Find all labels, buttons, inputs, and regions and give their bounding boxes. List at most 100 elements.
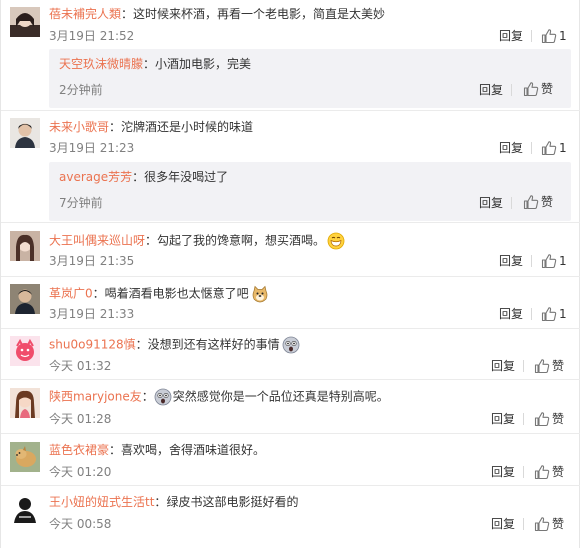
reply-button[interactable]: 回复: [491, 464, 515, 480]
like-count: 1: [559, 141, 567, 155]
reply-text: 小酒加电影，完美: [155, 57, 252, 71]
like-button[interactable]: 1: [541, 26, 580, 46]
action-divider: [531, 30, 532, 42]
thumbs-up-icon: [523, 81, 539, 97]
reply-button[interactable]: 回复: [499, 140, 523, 156]
reply-button[interactable]: 回复: [491, 516, 515, 532]
comment-username[interactable]: 蓝色衣裙豪: [49, 443, 109, 457]
comment-text: 喝着酒看电影也太惬意了吧: [104, 286, 249, 301]
like-button[interactable]: 赞: [523, 79, 565, 99]
comment-item: shu0o91128慎：没想到还有这样好的事情 今天 01:32 回复 赞: [1, 329, 580, 380]
avatar[interactable]: [10, 118, 40, 148]
avatar[interactable]: [10, 493, 40, 523]
thumbs-up-icon: [534, 464, 550, 480]
action-divider: [531, 308, 532, 320]
reply-button[interactable]: 回复: [479, 195, 503, 211]
comment-text: 绿皮书这部电影挺好看的: [166, 495, 299, 509]
action-divider: [511, 84, 512, 96]
comment-text: 这时候来杯酒，再看一个老电影，简直是太美妙: [133, 7, 386, 21]
like-button[interactable]: 赞: [534, 356, 574, 376]
comment-item: 蓓未補完人類：这时候来杯酒，再看一个老电影，简直是太美妙 3月19日 21:52…: [1, 0, 580, 109]
reply-button[interactable]: 回复: [499, 28, 523, 44]
comment-username[interactable]: 陕西maryjone友: [49, 390, 142, 404]
comment-time: 3月19日 21:33: [49, 307, 135, 321]
thumbs-up-icon: [534, 358, 550, 374]
action-divider: [531, 142, 532, 154]
reply-button[interactable]: 回复: [491, 411, 515, 427]
comment-time: 今天 01:32: [49, 359, 112, 373]
reply-username[interactable]: average芳芳: [59, 170, 132, 184]
action-divider: [523, 466, 524, 478]
reply-username[interactable]: 天空玖沫微晴朦: [59, 57, 143, 71]
comment-text: 沱牌酒还是小时候的味道: [121, 120, 254, 134]
comment-item: 蓝色衣裙豪：喜欢喝，舍得酒味道很好。 今天 01:20 回复 赞: [1, 434, 580, 486]
reply-button[interactable]: 回复: [479, 82, 503, 98]
comment-text: 突然感觉你是一个品位还真是特别高呢。: [172, 389, 389, 404]
like-button[interactable]: 赞: [534, 409, 574, 429]
comment-feed: 蓓未補完人類：这时候来杯酒，再看一个老电影，简直是太美妙 3月19日 21:52…: [0, 0, 580, 548]
doge-emoji: [251, 285, 269, 303]
like-count: 1: [559, 29, 567, 43]
reply-button[interactable]: 回复: [499, 306, 523, 322]
like-label: 赞: [541, 195, 554, 209]
reply-text: 很多年没喝过了: [144, 170, 229, 184]
comment-username[interactable]: 大王叫偶来巡山呀: [49, 234, 145, 248]
comment-text: 喜欢喝，舍得酒味道很好。: [121, 443, 266, 457]
comment-username[interactable]: shu0o91128慎: [49, 338, 136, 352]
comment-text: 勾起了我的馋意啊，想买酒喝。: [157, 233, 326, 248]
comment-time: 3月19日 21:23: [49, 141, 135, 155]
like-label: 赞: [552, 359, 565, 373]
like-button[interactable]: 1: [541, 304, 580, 324]
like-label: 赞: [552, 412, 565, 426]
reply-box: 天空玖沫微晴朦：小酒加电影，完美 2分钟前 回复 赞: [49, 49, 571, 108]
reply-time: 2分钟前: [59, 83, 103, 97]
reply-time: 7分钟前: [59, 196, 103, 210]
avatar[interactable]: [10, 7, 40, 37]
comment-item: 王小妞的妞式生活tt：绿皮书这部电影挺好看的 今天 00:58 回复 赞: [1, 486, 580, 548]
action-divider: [523, 413, 524, 425]
thumbs-up-icon: [541, 306, 557, 322]
like-label: 赞: [541, 82, 554, 96]
grin-emoji: [327, 232, 345, 250]
comment-username[interactable]: 王小妞的妞式生活tt: [49, 495, 154, 509]
reply-button[interactable]: 回复: [499, 253, 523, 269]
like-button[interactable]: 1: [541, 138, 580, 158]
comment-username[interactable]: 革岚广0: [49, 287, 93, 301]
comment-time: 今天 01:28: [49, 412, 112, 426]
avatar[interactable]: [10, 336, 40, 366]
like-label: 赞: [552, 517, 565, 531]
avatar[interactable]: [10, 231, 40, 261]
reply-button[interactable]: 回复: [491, 358, 515, 374]
comment-text: 没想到还有这样好的事情: [147, 337, 280, 352]
comment-time: 3月19日 21:35: [49, 254, 135, 268]
like-button[interactable]: 赞: [523, 192, 565, 212]
avatar[interactable]: [10, 388, 40, 418]
comment-username[interactable]: 未来小歌哥: [49, 120, 109, 134]
comment-item: 革岚广0：喝着酒看电影也太惬意了吧 3月19日 21:33 回复 1: [1, 277, 580, 329]
action-divider: [523, 360, 524, 372]
thumbs-up-icon: [523, 194, 539, 210]
thumbs-up-icon: [541, 253, 557, 269]
comment-time: 今天 01:20: [49, 465, 112, 479]
comment-username[interactable]: 蓓未補完人類: [49, 7, 121, 21]
like-button[interactable]: 1: [541, 251, 580, 271]
action-divider: [531, 255, 532, 267]
like-button[interactable]: 赞: [534, 462, 574, 482]
avatar[interactable]: [10, 284, 40, 314]
comment-time: 3月19日 21:52: [49, 29, 135, 43]
action-divider: [523, 518, 524, 530]
shocked-emoji: [282, 336, 300, 354]
avatar[interactable]: [10, 442, 40, 472]
comment-item: 大王叫偶来巡山呀：勾起了我的馋意啊，想买酒喝。 3月19日 21:35 回复 1: [1, 223, 580, 277]
thumbs-up-icon: [534, 516, 550, 532]
like-count: 1: [559, 254, 567, 268]
reply-box: average芳芳：很多年没喝过了 7分钟前 回复 赞: [49, 162, 571, 221]
comment-item: 未来小歌哥：沱牌酒还是小时候的味道 3月19日 21:23 回复 1 avera…: [1, 111, 580, 221]
thumbs-up-icon: [541, 140, 557, 156]
thumbs-up-icon: [541, 28, 557, 44]
comment-item: 陕西maryjone友： 突然感觉你是一个品位还真是特别高呢。 今天 01:28 …: [1, 380, 580, 434]
action-divider: [511, 197, 512, 209]
shocked-emoji: [154, 388, 172, 406]
like-button[interactable]: 赞: [534, 514, 574, 534]
thumbs-up-icon: [534, 411, 550, 427]
